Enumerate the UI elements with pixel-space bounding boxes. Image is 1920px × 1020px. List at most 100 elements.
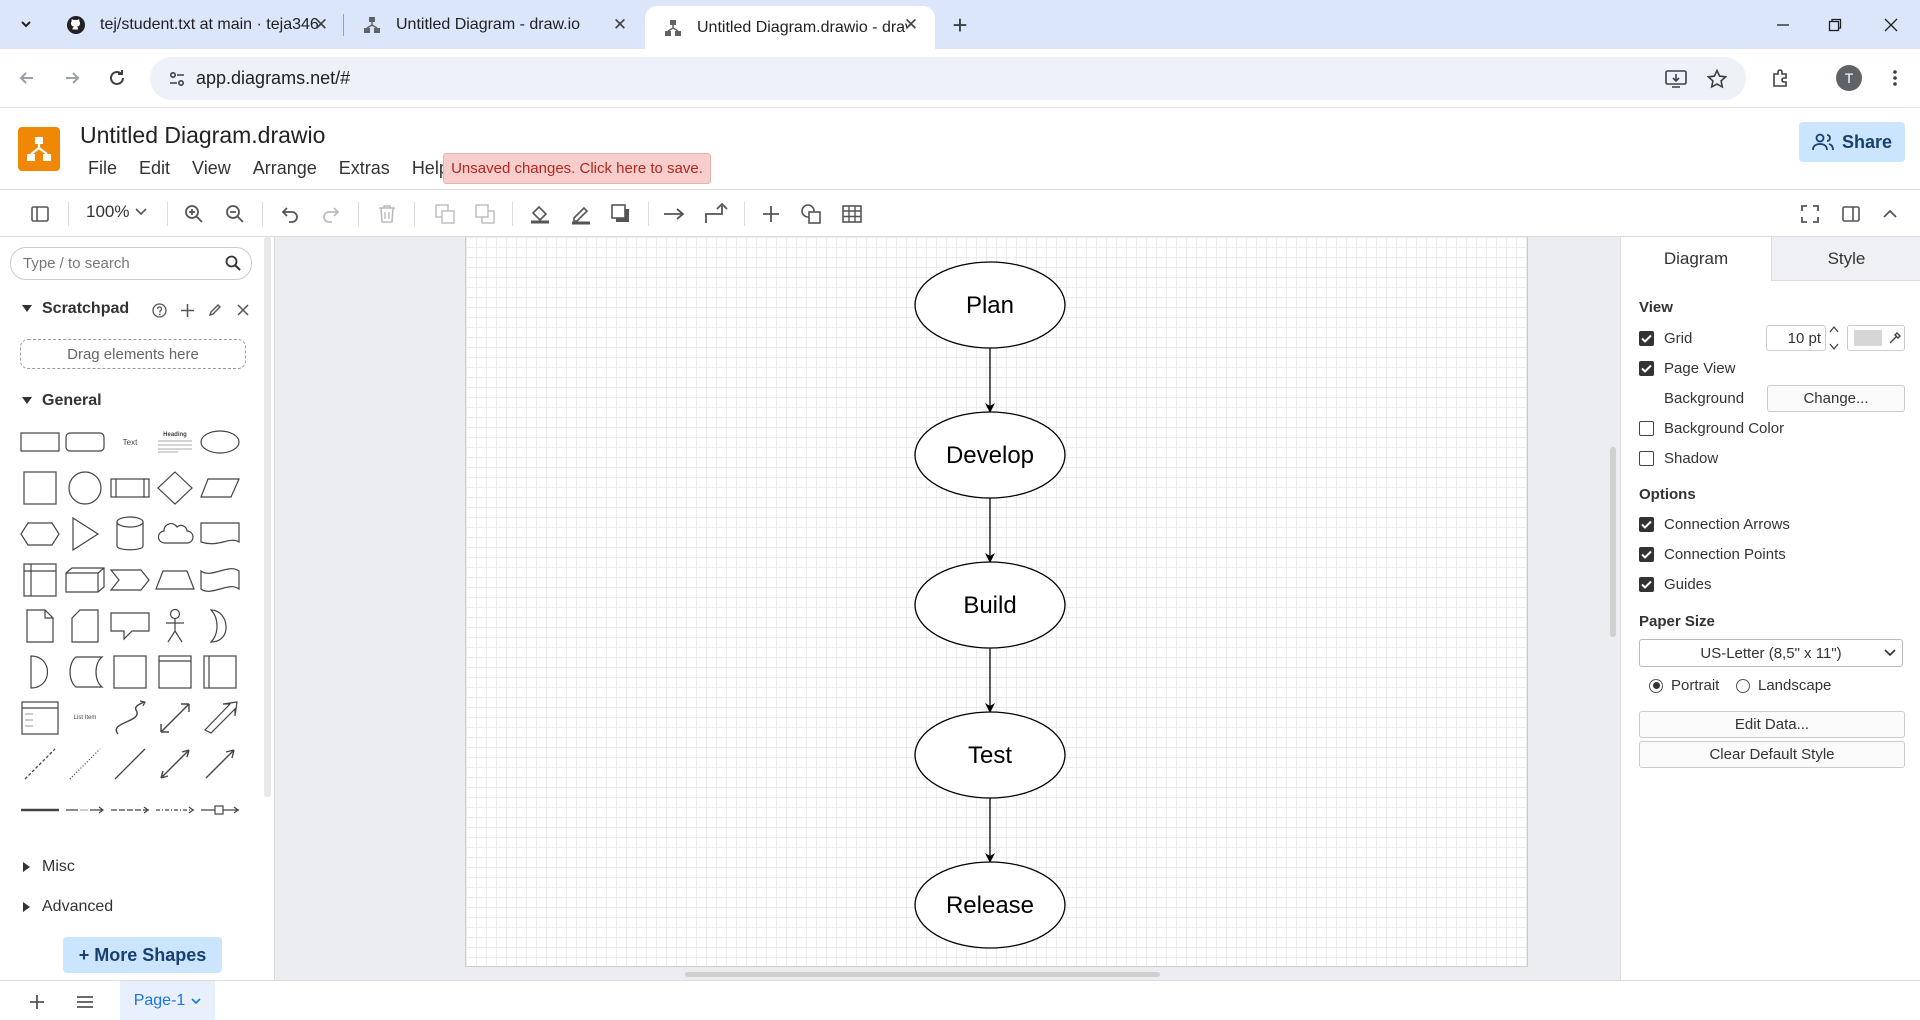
- shape-list-item[interactable]: List Item: [63, 696, 107, 740]
- shadow-checkbox[interactable]: [1639, 451, 1654, 466]
- browser-tab-github[interactable]: tej/student.txt at main · teja346 ✕: [48, 0, 343, 49]
- shape-link-label[interactable]: [63, 788, 107, 832]
- shape-card[interactable]: [63, 604, 107, 648]
- help-icon[interactable]: [150, 301, 168, 319]
- redo-button[interactable]: [316, 200, 344, 228]
- shape-search[interactable]: [10, 247, 252, 280]
- shape-cloud[interactable]: [153, 512, 197, 556]
- shape-vertical-container[interactable]: [198, 650, 242, 694]
- insert-shape-button[interactable]: [797, 200, 825, 228]
- shape-swimlane[interactable]: [153, 650, 197, 694]
- landscape-radio[interactable]: [1736, 678, 1750, 693]
- zoom-out-button[interactable]: [221, 200, 249, 228]
- shape-textbox[interactable]: Heading: [153, 420, 197, 464]
- close-window-button[interactable]: [1862, 0, 1920, 49]
- menu-edit[interactable]: Edit: [139, 158, 170, 179]
- grid-color-picker[interactable]: [1847, 325, 1905, 351]
- zoom-in-button[interactable]: [180, 200, 208, 228]
- site-info-icon[interactable]: [162, 64, 192, 94]
- shape-diamond[interactable]: [153, 466, 197, 510]
- close-icon[interactable]: [234, 301, 252, 319]
- zoom-dropdown[interactable]: 100%: [86, 202, 148, 222]
- guides-toggle[interactable]: Guides: [1639, 576, 1712, 593]
- undo-button[interactable]: [277, 200, 305, 228]
- diagram-canvas[interactable]: Plan Develop Build Test Release: [275, 237, 1620, 980]
- menu-view[interactable]: View: [192, 158, 231, 179]
- shape-rounded-rectangle[interactable]: [63, 420, 107, 464]
- shape-list[interactable]: [18, 696, 62, 740]
- node-develop[interactable]: Develop: [914, 411, 1066, 499]
- shape-tape[interactable]: [198, 558, 242, 602]
- forward-button[interactable]: [57, 63, 87, 93]
- grid-size-stepper[interactable]: [1828, 325, 1840, 351]
- tab-diagram[interactable]: Diagram: [1621, 237, 1771, 281]
- shape-note[interactable]: [18, 604, 62, 648]
- shape-actor[interactable]: [153, 604, 197, 648]
- node-test[interactable]: Test: [914, 711, 1066, 799]
- shape-and[interactable]: [18, 650, 62, 694]
- shape-link[interactable]: [18, 788, 62, 832]
- extensions-button[interactable]: [1766, 63, 1796, 93]
- address-bar[interactable]: app.diagrams.net/#: [150, 57, 1746, 100]
- advanced-header[interactable]: Advanced: [20, 898, 113, 916]
- close-tab-icon[interactable]: ✕: [609, 14, 631, 36]
- shape-triangle[interactable]: [63, 512, 107, 556]
- shape-connector-2labels[interactable]: [153, 788, 197, 832]
- shape-dashed-line[interactable]: [18, 742, 62, 786]
- shape-or[interactable]: [198, 604, 242, 648]
- shape-process[interactable]: [108, 466, 152, 510]
- plus-icon[interactable]: [178, 301, 196, 319]
- profile-avatar[interactable]: T: [1836, 65, 1862, 91]
- shape-trapezoid[interactable]: [153, 558, 197, 602]
- shape-search-input[interactable]: [23, 255, 213, 272]
- grid-toggle[interactable]: Grid: [1639, 330, 1692, 347]
- connection-arrows-toggle[interactable]: Connection Arrows: [1639, 516, 1790, 533]
- node-release[interactable]: Release: [914, 861, 1066, 949]
- shape-document[interactable]: [198, 512, 242, 556]
- connection-points-checkbox[interactable]: [1639, 547, 1654, 562]
- shape-ellipse[interactable]: [198, 420, 242, 464]
- menu-extras[interactable]: Extras: [339, 158, 390, 179]
- shape-dotted-line[interactable]: [63, 742, 107, 786]
- shape-container[interactable]: [108, 650, 152, 694]
- insert-table-button[interactable]: [838, 200, 866, 228]
- fullscreen-button[interactable]: [1796, 200, 1824, 228]
- sidebar-scrollbar[interactable]: [264, 237, 271, 797]
- shape-curve[interactable]: [108, 696, 152, 740]
- shape-data-storage[interactable]: [63, 650, 107, 694]
- shape-step[interactable]: [108, 558, 152, 602]
- shape-arrow[interactable]: [198, 696, 242, 740]
- shape-line[interactable]: [108, 742, 152, 786]
- connection-style-button[interactable]: [661, 200, 689, 228]
- tab-style[interactable]: Style: [1771, 237, 1920, 281]
- browser-tab-drawio-active[interactable]: Untitled Diagram.drawio - draw.io ✕: [645, 6, 935, 49]
- browser-menu-button[interactable]: [1885, 63, 1905, 93]
- grid-size-input[interactable]: 10 pt: [1766, 325, 1826, 351]
- pages-menu-button[interactable]: [72, 989, 98, 1015]
- page-view-checkbox[interactable]: [1639, 361, 1654, 376]
- format-panel-button[interactable]: [1837, 200, 1865, 228]
- menu-file[interactable]: File: [88, 158, 117, 179]
- connection-arrows-checkbox[interactable]: [1639, 517, 1654, 532]
- landscape-option[interactable]: Landscape: [1736, 677, 1831, 694]
- reload-button[interactable]: [102, 63, 132, 93]
- close-tab-icon[interactable]: ✕: [310, 14, 332, 36]
- shape-connector-label[interactable]: [108, 788, 152, 832]
- edit-data-button[interactable]: Edit Data...: [1639, 711, 1905, 738]
- shape-hexagon[interactable]: [18, 512, 62, 556]
- shape-cube[interactable]: [63, 558, 107, 602]
- horizontal-scrollbar[interactable]: [685, 972, 1160, 977]
- fill-color-button[interactable]: [526, 200, 554, 228]
- tab-search-button[interactable]: [12, 10, 40, 38]
- node-build[interactable]: Build: [914, 561, 1066, 649]
- to-front-button[interactable]: [431, 200, 459, 228]
- node-plan[interactable]: Plan: [914, 261, 1066, 349]
- portrait-radio[interactable]: [1649, 678, 1663, 693]
- waypoints-button[interactable]: [702, 200, 730, 228]
- portrait-option[interactable]: Portrait: [1649, 677, 1719, 694]
- diagram-page[interactable]: Plan Develop Build Test Release: [465, 237, 1528, 967]
- shape-bidirectional-arrow[interactable]: [153, 696, 197, 740]
- new-tab-button[interactable]: +: [944, 10, 976, 40]
- edit-icon[interactable]: [206, 301, 224, 319]
- add-page-button[interactable]: [24, 989, 50, 1015]
